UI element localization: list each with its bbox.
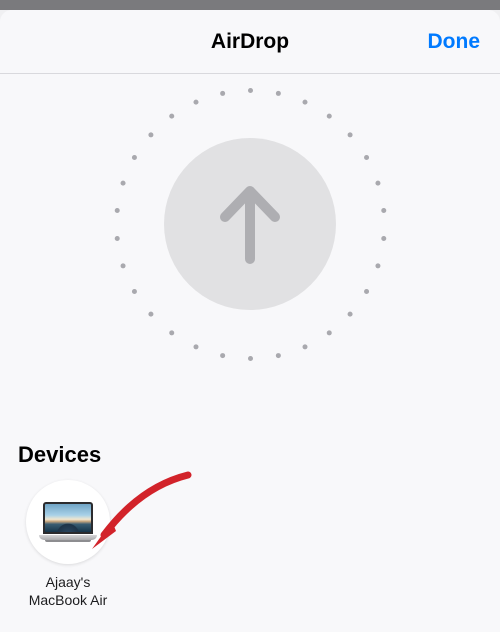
radar-dot: [364, 289, 369, 294]
sheet-title: AirDrop: [211, 30, 289, 54]
sheet-header: AirDrop Done: [0, 10, 500, 74]
radar-dot: [169, 113, 174, 118]
radar-dot: [347, 132, 352, 137]
radar-dot: [381, 207, 386, 212]
arrow-up-icon: [215, 181, 285, 267]
radar-core: [164, 138, 336, 310]
radar-dot: [220, 90, 225, 95]
radar-dot: [148, 311, 153, 316]
airdrop-sheet: AirDrop Done Devices: [0, 10, 500, 632]
radar-dot: [302, 99, 307, 104]
radar-dot: [248, 88, 253, 93]
airdrop-radar: [100, 74, 400, 374]
device-list: Ajaay's MacBook Air: [18, 480, 482, 609]
radar-dot: [275, 90, 280, 95]
device-label-line1: Ajaay's: [46, 574, 91, 590]
radar-dot: [326, 330, 331, 335]
device-avatar: [26, 480, 110, 564]
done-button[interactable]: Done: [428, 10, 481, 74]
sheet-content: Devices Ajaay's MacBook Air: [0, 74, 500, 632]
macbook-icon: [39, 502, 97, 542]
radar-dot: [381, 236, 386, 241]
radar-dot: [326, 113, 331, 118]
device-item-macbook[interactable]: Ajaay's MacBook Air: [18, 480, 118, 609]
radar-dot: [193, 99, 198, 104]
radar-dot: [114, 207, 119, 212]
radar-dot: [114, 236, 119, 241]
devices-heading: Devices: [18, 442, 482, 468]
radar-dot: [375, 263, 380, 268]
radar-dot: [120, 263, 125, 268]
radar-dot: [220, 353, 225, 358]
device-label: Ajaay's MacBook Air: [29, 574, 108, 609]
radar-dot: [120, 180, 125, 185]
radar-dot: [169, 330, 174, 335]
device-label-line2: MacBook Air: [29, 592, 108, 608]
radar-dot: [275, 353, 280, 358]
radar-dot: [193, 344, 198, 349]
devices-section: Devices Ajaay's MacBook Air: [0, 442, 500, 609]
radar-dot: [248, 356, 253, 361]
radar-dot: [131, 289, 136, 294]
background-dim: [0, 0, 500, 10]
radar-dot: [364, 155, 369, 160]
radar-dot: [375, 180, 380, 185]
radar-dot: [131, 155, 136, 160]
radar-dot: [347, 311, 352, 316]
radar-dot: [302, 344, 307, 349]
radar-dot: [148, 132, 153, 137]
